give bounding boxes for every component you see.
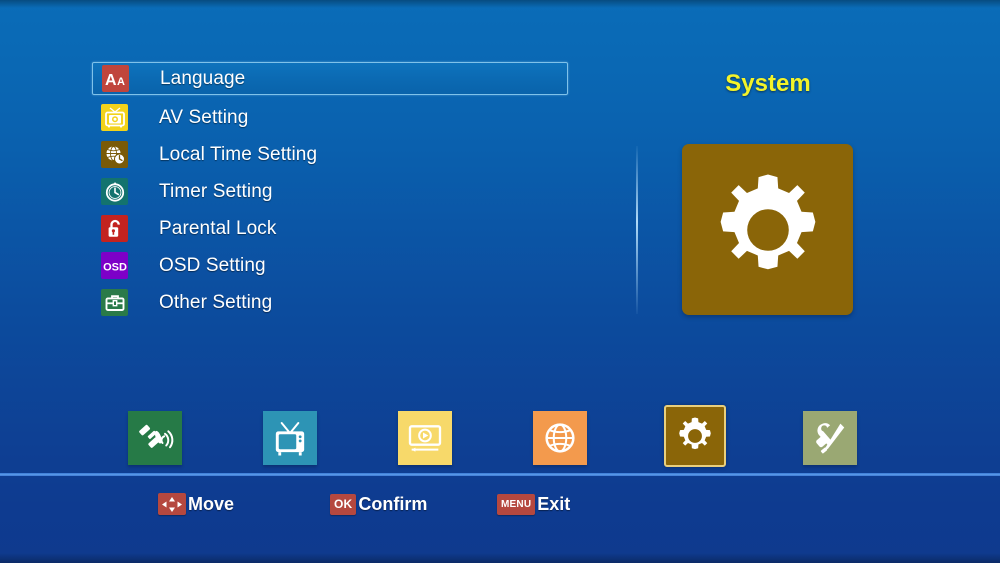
iconbar-item-globe[interactable] [525,403,595,473]
menu-item-label: OSD Setting [159,254,266,276]
function-icon-bar [0,403,1000,473]
menu-item-label: AV Setting [159,106,249,128]
system-preview-tile [682,144,853,315]
iconbar-item-media-player[interactable] [390,403,460,473]
tools-tile [803,411,857,465]
open-padlock-icon [101,215,128,242]
menu-item-label: Local Time Setting [159,143,318,165]
tools-icon [816,423,845,454]
help-confirm[interactable]: OK Confirm [330,489,427,519]
satellite-tile [128,411,182,465]
gear-icon [720,174,815,269]
globe-tile [533,411,587,465]
menu-item-av-setting[interactable]: AV Setting [92,99,568,136]
media-player-icon [408,425,442,452]
menu-item-parental-lock[interactable]: Parental Lock [92,210,568,247]
menu-item-other-setting[interactable]: Other Setting [92,284,568,321]
svg-text:OSD: OSD [103,261,127,273]
menu-key-badge: MENU [497,493,536,515]
menu-item-label: Timer Setting [159,180,273,202]
tv-icon [275,422,305,456]
toolbox-icon [101,289,128,316]
vertical-divider [636,146,638,314]
menu-item-label: Language [160,67,246,89]
menu-item-language[interactable]: A A Language [92,62,568,95]
iconbar-item-satellite[interactable] [120,403,190,473]
page-title: System [725,70,811,97]
clock-icon [101,178,128,205]
satellite-icon [139,424,174,449]
gear-icon [679,417,711,450]
iconbar-item-tv[interactable] [255,403,325,473]
help-move[interactable]: Move [158,489,234,519]
menu-item-label: Parental Lock [159,217,277,239]
ok-key-badge: OK [330,493,357,515]
help-confirm-label: Confirm [358,493,428,514]
settings-menu-list: A A Language AV Setting Local Time Setti… [92,62,568,321]
font-aa-icon: A A [102,65,129,92]
svg-text:A: A [117,76,125,88]
dpad-icon [158,493,186,515]
osd-text-icon: OSD [101,252,128,279]
menu-item-local-time-setting[interactable]: Local Time Setting [92,136,568,173]
globe-clock-icon [101,141,128,168]
help-exit[interactable]: MENU Exit [497,489,570,519]
bottom-separator [0,473,1000,476]
menu-item-label: Other Setting [159,291,273,313]
osd-screen: A A Language AV Setting Local Time Setti… [0,0,1000,563]
globe-icon [545,423,575,453]
help-exit-label: Exit [537,493,571,514]
menu-item-osd-setting[interactable]: OSD OSD Setting [92,247,568,284]
help-bar: Move OK Confirm MENU Exit [0,489,1000,521]
svg-text:A: A [105,72,117,89]
menu-item-timer-setting[interactable]: Timer Setting [92,173,568,210]
tv-camera-icon [101,104,128,131]
help-move-label: Move [188,493,235,514]
iconbar-item-tools[interactable] [795,403,865,473]
iconbar-item-system[interactable] [660,403,730,473]
system-tile [664,405,726,467]
media-player-tile [398,411,452,465]
tv-tile [263,411,317,465]
